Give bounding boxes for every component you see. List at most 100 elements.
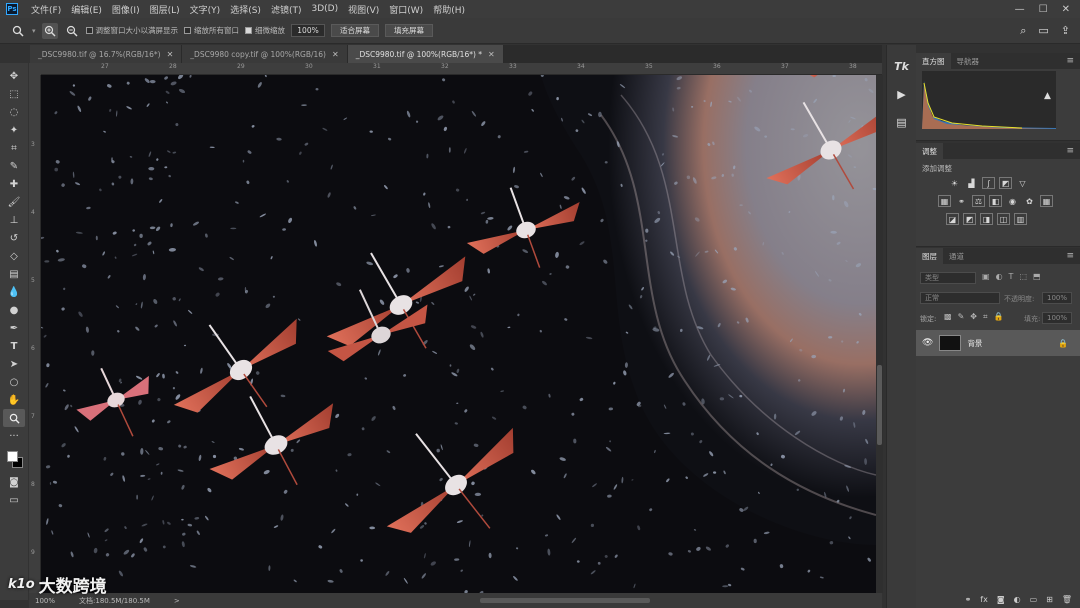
- eyedropper-tool-icon[interactable]: ✎: [3, 157, 25, 175]
- vertical-scroll-thumb[interactable]: [877, 365, 882, 445]
- ruler-origin[interactable]: [29, 63, 41, 75]
- zoom-in-icon[interactable]: [41, 22, 58, 39]
- screen-mode-icon[interactable]: ▭: [3, 491, 25, 509]
- gradient-map-icon[interactable]: ▽: [1016, 177, 1029, 189]
- actions-play-icon[interactable]: ▶: [893, 85, 911, 103]
- menu-edit[interactable]: 编辑(E): [66, 3, 107, 16]
- path-selection-tool-icon[interactable]: ➤: [3, 355, 25, 373]
- blur-tool-icon[interactable]: 💧: [3, 283, 25, 301]
- quick-mask-icon[interactable]: ◙: [3, 473, 25, 491]
- type-tool-icon[interactable]: T: [3, 337, 25, 355]
- close-icon[interactable]: ✕: [488, 50, 495, 59]
- close-button[interactable]: ✕: [1062, 4, 1070, 15]
- panel-menu-icon[interactable]: ≡: [1066, 56, 1080, 66]
- layer-style-icon[interactable]: fx: [980, 595, 988, 604]
- healing-brush-tool-icon[interactable]: ✚: [3, 175, 25, 193]
- type-filter-icon[interactable]: T: [1009, 272, 1014, 281]
- levels-icon[interactable]: ▟: [965, 177, 978, 189]
- layer-mask-icon[interactable]: ◙: [997, 595, 1005, 604]
- close-icon[interactable]: ✕: [167, 50, 174, 59]
- layer-row[interactable]: 👁 背景 🔒: [916, 330, 1080, 356]
- character-style-icon[interactable]: Tk: [893, 57, 911, 75]
- invert-icon[interactable]: ◪: [946, 213, 959, 225]
- photo-filter-icon[interactable]: ◉: [1006, 195, 1019, 207]
- horizontal-scroll-thumb[interactable]: [480, 598, 650, 603]
- tool-preset-chevron-icon[interactable]: ▾: [32, 27, 36, 35]
- menu-image[interactable]: 图像(I): [107, 3, 145, 16]
- brightness-icon[interactable]: ☀: [948, 177, 961, 189]
- opacity-field[interactable]: 100%: [1042, 292, 1072, 304]
- zoom-tool-icon[interactable]: [10, 23, 26, 39]
- magic-wand-tool-icon[interactable]: ✦: [3, 121, 25, 139]
- shape-filter-icon[interactable]: ⬚: [1019, 272, 1027, 281]
- clone-stamp-tool-icon[interactable]: ⊥: [3, 211, 25, 229]
- gradient-fill-icon[interactable]: ▥: [1014, 213, 1027, 225]
- marquee-tool-icon[interactable]: ⬚: [3, 85, 25, 103]
- close-icon[interactable]: ✕: [332, 50, 339, 59]
- menu-type[interactable]: 文字(Y): [185, 3, 226, 16]
- search-icon[interactable]: ⌕: [1020, 24, 1026, 38]
- more-tools-icon[interactable]: ···: [3, 427, 25, 445]
- warning-icon[interactable]: ▲: [1044, 91, 1051, 101]
- menu-select[interactable]: 选择(S): [225, 3, 266, 16]
- eraser-tool-icon[interactable]: ◇: [3, 247, 25, 265]
- menu-help[interactable]: 帮助(H): [428, 3, 470, 16]
- document-tab[interactable]: _DSC9980.tif @ 16.7%(RGB/16*) ✕: [30, 45, 183, 63]
- color-lookup-icon[interactable]: ▦: [1040, 195, 1053, 207]
- workspace-icon[interactable]: ▭: [1038, 24, 1048, 38]
- tab-adjustments[interactable]: 调整: [916, 143, 943, 159]
- lock-artboard-icon[interactable]: ⌗: [983, 312, 988, 322]
- fill-screen-button[interactable]: 填充屏幕: [385, 24, 434, 37]
- color-swatches[interactable]: [3, 447, 25, 473]
- curves-icon[interactable]: ∫: [982, 177, 995, 189]
- vertical-ruler[interactable]: 3 4 5 6 7 8 9: [29, 75, 41, 595]
- lock-image-icon[interactable]: ✎: [958, 312, 965, 322]
- fit-screen-button[interactable]: 适合屏幕: [331, 24, 380, 37]
- document-tab[interactable]: _DSC9980 copy.tif @ 100%(RGB/16) ✕: [182, 45, 348, 63]
- vertical-scrollbar[interactable]: [876, 75, 883, 593]
- selective-color-icon[interactable]: ◫: [997, 213, 1010, 225]
- share-icon[interactable]: ⇪: [1061, 24, 1070, 38]
- foreground-color-swatch[interactable]: [7, 451, 18, 462]
- resize-windows-checkbox[interactable]: 调整窗口大小以满屏显示: [85, 25, 178, 36]
- link-layers-icon[interactable]: ⚭: [965, 595, 972, 604]
- menu-view[interactable]: 视图(V): [343, 3, 384, 16]
- posterize-icon[interactable]: ◩: [963, 213, 976, 225]
- lasso-tool-icon[interactable]: ◌: [3, 103, 25, 121]
- channel-mixer-icon[interactable]: ✿: [1023, 195, 1036, 207]
- hand-tool-icon[interactable]: ✋: [3, 391, 25, 409]
- delete-layer-icon[interactable]: 🗑: [1062, 595, 1072, 604]
- layer-kind-filter[interactable]: 类型: [920, 272, 976, 284]
- hue-saturation-icon[interactable]: ⚭: [955, 195, 968, 207]
- properties-icon[interactable]: ▤: [893, 113, 911, 131]
- dodge-tool-icon[interactable]: ●: [3, 301, 25, 319]
- scrubby-zoom-checkbox[interactable]: 细微缩放: [245, 25, 285, 36]
- horizontal-ruler[interactable]: 27 28 29 30 31 32 33 34 35 36 37 38: [41, 63, 882, 75]
- new-adjustment-layer-icon[interactable]: ◐: [1014, 595, 1021, 604]
- menu-3d[interactable]: 3D(D): [306, 4, 343, 14]
- lock-all-icon[interactable]: 🔒: [993, 312, 1003, 322]
- panel-menu-icon[interactable]: ≡: [1066, 251, 1080, 261]
- status-zoom[interactable]: 100%: [35, 597, 55, 605]
- brush-tool-icon[interactable]: 🖌: [3, 193, 25, 211]
- history-brush-tool-icon[interactable]: ↺: [3, 229, 25, 247]
- panel-menu-icon[interactable]: ≡: [1066, 146, 1080, 156]
- tab-histogram[interactable]: 直方图: [916, 53, 951, 69]
- menu-layer[interactable]: 图层(L): [145, 3, 185, 16]
- zoom-all-windows-checkbox[interactable]: 缩放所有窗口: [184, 25, 239, 36]
- gradient-tool-icon[interactable]: ▤: [3, 265, 25, 283]
- adjustment-filter-icon[interactable]: ◐: [996, 272, 1003, 281]
- shape-tool-icon[interactable]: ○: [3, 373, 25, 391]
- menu-filter[interactable]: 滤镜(T): [266, 3, 307, 16]
- black-white-icon[interactable]: ◧: [989, 195, 1002, 207]
- document-tab-active[interactable]: _DSC9980.tif @ 100%(RGB/16*) * ✕: [347, 45, 504, 63]
- exposure-icon[interactable]: ◩: [999, 177, 1012, 189]
- visibility-eye-icon[interactable]: 👁: [922, 338, 933, 348]
- menu-file[interactable]: 文件(F): [26, 3, 66, 16]
- lock-position-icon[interactable]: ✥: [970, 312, 977, 322]
- document-canvas[interactable]: [41, 75, 876, 593]
- lock-transparent-icon[interactable]: ▩: [944, 312, 952, 322]
- maximize-button[interactable]: ☐: [1039, 4, 1048, 15]
- pen-tool-icon[interactable]: ✒: [3, 319, 25, 337]
- tab-navigator[interactable]: 导航器: [951, 53, 986, 69]
